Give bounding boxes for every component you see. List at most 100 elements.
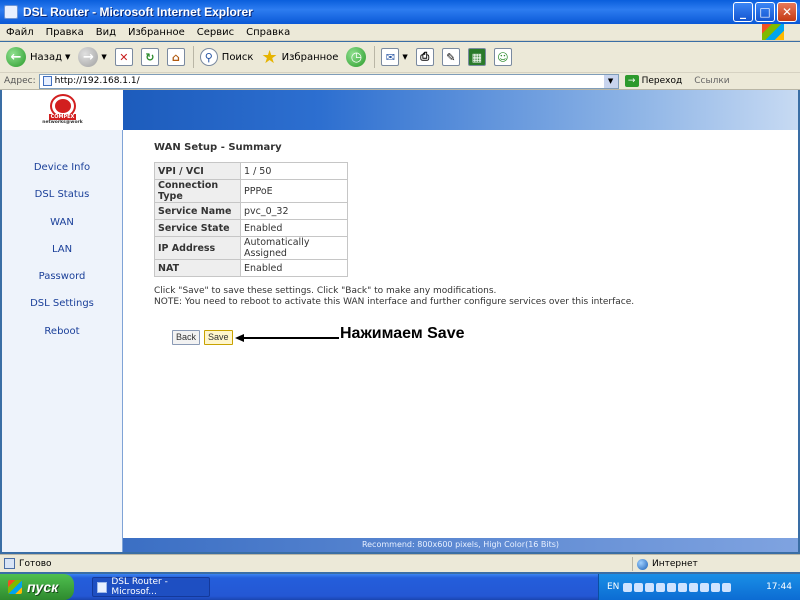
sidebar-item-dsl-settings[interactable]: DSL Settings — [2, 290, 122, 317]
system-tray: EN 17:44 — [598, 574, 800, 600]
instructions: Click "Save" to save these settings. Cli… — [154, 286, 774, 308]
back-label: Назад — [30, 51, 63, 63]
print-button[interactable]: ⎙ — [415, 48, 434, 66]
forward-dropdown-icon[interactable]: ▼ — [101, 53, 106, 61]
menu-help[interactable]: Справка — [246, 27, 290, 38]
address-label: Адрес: — [4, 76, 36, 86]
tray-app-icon[interactable] — [722, 582, 732, 592]
page-icon — [42, 76, 52, 86]
search-icon: ⚲ — [199, 48, 218, 66]
row-value: Enabled — [240, 219, 348, 237]
go-arrow-icon: → — [624, 75, 639, 87]
stop-button[interactable]: ✕ — [114, 48, 133, 66]
browser-content: COMPEX networks@work Device Info DSL Sta… — [2, 90, 798, 552]
menu-file[interactable]: Файл — [6, 27, 34, 38]
save-back-note: Click "Save" to save these settings. Cli… — [154, 286, 497, 296]
back-form-button[interactable]: Back — [172, 330, 201, 345]
tray-volume-icon[interactable] — [634, 582, 644, 592]
clock[interactable]: 17:44 — [766, 582, 792, 592]
ie-icon — [97, 581, 108, 593]
save-button[interactable]: Save — [204, 330, 233, 345]
forward-button[interactable]: → ▼ — [78, 47, 107, 67]
tray-network-icon[interactable] — [623, 582, 633, 592]
sidebar-nav: Device Info DSL Status WAN LAN Password … — [2, 130, 123, 552]
sidebar-item-reboot[interactable]: Reboot — [2, 318, 122, 345]
row-key: Connection Type — [154, 179, 241, 203]
toolbar-separator — [374, 46, 376, 68]
sidebar-item-device-info[interactable]: Device Info — [2, 154, 122, 181]
sidebar-item-password[interactable]: Password — [2, 263, 122, 290]
zone-label: Интернет — [652, 559, 698, 569]
menu-favorites[interactable]: Избранное — [128, 27, 185, 38]
address-input[interactable]: http://192.168.1.1/ ▼ — [38, 73, 619, 89]
tray-app-icon[interactable] — [656, 582, 666, 592]
taskbar: пуск DSL Router - Microsof... EN 17:44 — [0, 574, 800, 600]
task-label: DSL Router - Microsof... — [111, 577, 168, 597]
table-row: Service State Enabled — [154, 219, 348, 237]
globe-icon — [637, 558, 648, 570]
address-bar: Адрес: http://192.168.1.1/ ▼ → Переход С… — [0, 73, 800, 90]
search-label: Поиск — [221, 51, 254, 63]
menu-edit[interactable]: Правка — [46, 27, 84, 38]
favorites-label: Избранное — [281, 51, 339, 63]
row-key: Service Name — [154, 202, 241, 220]
maximize-button[interactable]: □ — [755, 2, 775, 22]
tray-app-icon[interactable] — [700, 582, 710, 592]
refresh-icon: ↻ — [140, 48, 159, 66]
home-button[interactable]: ⌂ — [166, 48, 185, 66]
tray-app-icon[interactable] — [667, 582, 677, 592]
start-button[interactable]: пуск — [0, 574, 74, 600]
back-button[interactable]: ← Назад ▼ — [6, 47, 70, 67]
search-button[interactable]: ⚲ Поиск — [199, 48, 254, 66]
address-dropdown-icon[interactable]: ▼ — [603, 74, 618, 88]
menu-tools[interactable]: Сервис — [197, 27, 234, 38]
table-row: Service Name pvc_0_32 — [154, 202, 348, 220]
logo-tagline: networks@work — [42, 119, 83, 125]
back-dropdown-icon[interactable]: ▼ — [65, 53, 70, 61]
taskbar-item-ie[interactable]: DSL Router - Microsof... — [92, 577, 210, 597]
compex-logo: COMPEX networks@work — [2, 90, 123, 130]
tray-app-icon[interactable] — [711, 582, 721, 592]
media-icon: ▦ — [467, 48, 486, 66]
resolution-note: Recommend: 800x600 pixels, High Color(16… — [123, 538, 798, 552]
close-button[interactable]: ✕ — [777, 2, 797, 22]
mail-icon: ✉ — [381, 48, 400, 66]
windows-logo-icon — [762, 24, 784, 40]
history-icon: ◷ — [346, 47, 367, 67]
menu-view[interactable]: Вид — [96, 27, 116, 38]
sidebar-item-wan[interactable]: WAN — [2, 209, 122, 236]
home-icon: ⌂ — [166, 48, 185, 66]
favorites-button[interactable]: ★ Избранное — [261, 47, 338, 68]
tray-app-icon[interactable] — [678, 582, 688, 592]
page-done-icon — [4, 558, 15, 569]
toolbar: ← Назад ▼ → ▼ ✕ ↻ ⌂ ⚲ Поиск ★ Избранное … — [0, 42, 800, 73]
tray-app-icon[interactable] — [645, 582, 655, 592]
refresh-button[interactable]: ↻ — [140, 48, 159, 66]
status-bar: Готово Интернет — [0, 554, 800, 572]
toolbar-separator — [192, 46, 194, 68]
media-button[interactable]: ▦ — [467, 48, 486, 66]
compex-logo-icon — [49, 93, 76, 118]
tray-app-icon[interactable] — [689, 582, 699, 592]
messenger-button[interactable]: ☺ — [493, 48, 512, 66]
table-row: VPI / VCI 1 / 50 — [154, 162, 348, 180]
row-value: PPPoE — [240, 179, 348, 203]
annotation-label: Нажимаем Save — [340, 325, 465, 342]
sidebar-item-lan[interactable]: LAN — [2, 236, 122, 263]
row-key: Service State — [154, 219, 241, 237]
table-row: Connection Type PPPoE — [154, 179, 348, 203]
go-button[interactable]: → Переход — [624, 75, 683, 87]
sidebar-item-dsl-status[interactable]: DSL Status — [2, 181, 122, 208]
forward-arrow-icon: → — [78, 47, 99, 67]
language-indicator[interactable]: EN — [607, 582, 619, 592]
row-key: VPI / VCI — [154, 162, 241, 180]
history-button[interactable]: ◷ — [346, 47, 367, 67]
edit-button[interactable]: ✎ — [441, 48, 460, 66]
go-label: Переход — [641, 76, 683, 86]
minimize-button[interactable]: _ — [733, 2, 753, 22]
table-row: NAT Enabled — [154, 259, 348, 277]
mail-dropdown-icon[interactable]: ▼ — [402, 53, 407, 61]
links-button[interactable]: Ссылки — [694, 76, 729, 86]
mail-button[interactable]: ✉ ▼ — [381, 48, 408, 66]
table-row: IP Address Automatically Assigned — [154, 236, 348, 260]
